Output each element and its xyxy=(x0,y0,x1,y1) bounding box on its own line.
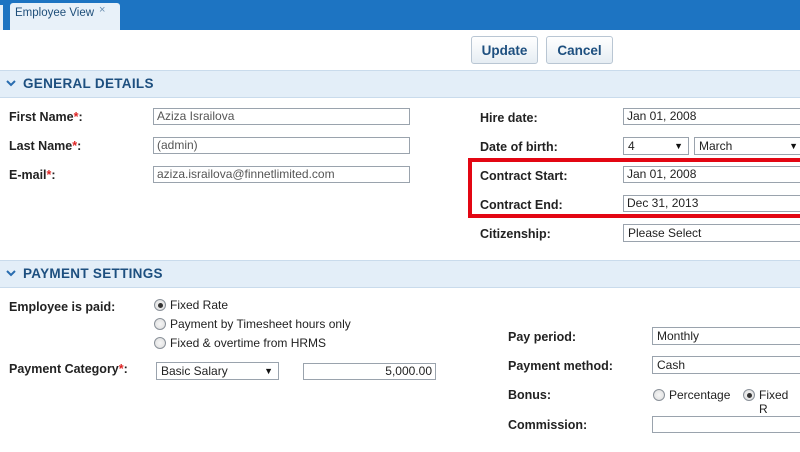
bonus-label: Bonus: xyxy=(508,388,552,402)
payment-category-label: Payment Category*: xyxy=(9,362,128,376)
tab-bar xyxy=(0,0,800,30)
employee-paid-label: Employee is paid: xyxy=(9,300,116,314)
radio-fixed-rate[interactable] xyxy=(154,299,166,311)
last-name-input[interactable]: (admin) xyxy=(153,137,410,154)
radio-label-fixed-overtime: Fixed & overtime from HRMS xyxy=(170,336,327,350)
dob-day-select[interactable]: 4 ▼ xyxy=(623,137,689,155)
citizenship-select[interactable]: Please Select xyxy=(623,224,800,242)
commission-input[interactable] xyxy=(652,416,800,433)
radio-label-fixed-rate: Fixed Rate xyxy=(170,298,229,312)
first-name-label: First Name*: xyxy=(9,110,83,124)
section-title-payment: PAYMENT SETTINGS xyxy=(23,266,163,281)
dob-month-select[interactable]: March ▼ xyxy=(694,137,800,155)
dob-label: Date of birth: xyxy=(480,140,558,154)
chevron-down-icon[interactable] xyxy=(5,267,17,279)
citizenship-label: Citizenship: xyxy=(480,227,551,241)
email-input[interactable]: aziza.israilova@finnetlimited.com xyxy=(153,166,410,183)
email-label: E-mail*: xyxy=(9,168,56,182)
radio-bonus-fixed[interactable] xyxy=(743,389,755,401)
update-button[interactable]: Update xyxy=(471,36,538,64)
cancel-button[interactable]: Cancel xyxy=(546,36,613,64)
contract-highlight-box xyxy=(468,158,800,218)
payment-method-select[interactable]: Cash xyxy=(652,356,800,374)
close-icon[interactable]: × xyxy=(99,4,105,16)
payment-category-select[interactable]: Basic Salary ▼ xyxy=(156,362,279,380)
dropdown-arrow-icon: ▼ xyxy=(264,366,273,376)
pay-period-select[interactable]: Monthly xyxy=(652,327,800,345)
tab-edge xyxy=(0,5,3,30)
last-name-label: Last Name*: xyxy=(9,139,82,153)
hire-date-input[interactable]: Jan 01, 2008 xyxy=(623,108,800,125)
commission-label: Commission: xyxy=(508,418,588,432)
radio-timesheet[interactable] xyxy=(154,318,166,330)
radio-label-timesheet: Payment by Timesheet hours only xyxy=(170,317,351,331)
payment-amount-input[interactable]: 5,000.00 xyxy=(303,363,436,380)
pay-period-label: Pay period: xyxy=(508,330,577,344)
section-title-general: GENERAL DETAILS xyxy=(23,76,154,91)
radio-bonus-percentage[interactable] xyxy=(653,389,665,401)
dropdown-arrow-icon: ▼ xyxy=(789,141,798,151)
hire-date-label: Hire date: xyxy=(480,111,538,125)
tab-label: Employee View xyxy=(15,7,95,19)
dropdown-arrow-icon: ▼ xyxy=(674,141,683,151)
radio-fixed-overtime[interactable] xyxy=(154,337,166,349)
radio-label-fixed: Fixed R xyxy=(759,388,789,416)
radio-label-percentage: Percentage xyxy=(669,388,731,402)
payment-method-label: Payment method: xyxy=(508,359,613,373)
chevron-down-icon[interactable] xyxy=(5,77,17,89)
first-name-input[interactable]: Aziza Israilova xyxy=(153,108,410,125)
